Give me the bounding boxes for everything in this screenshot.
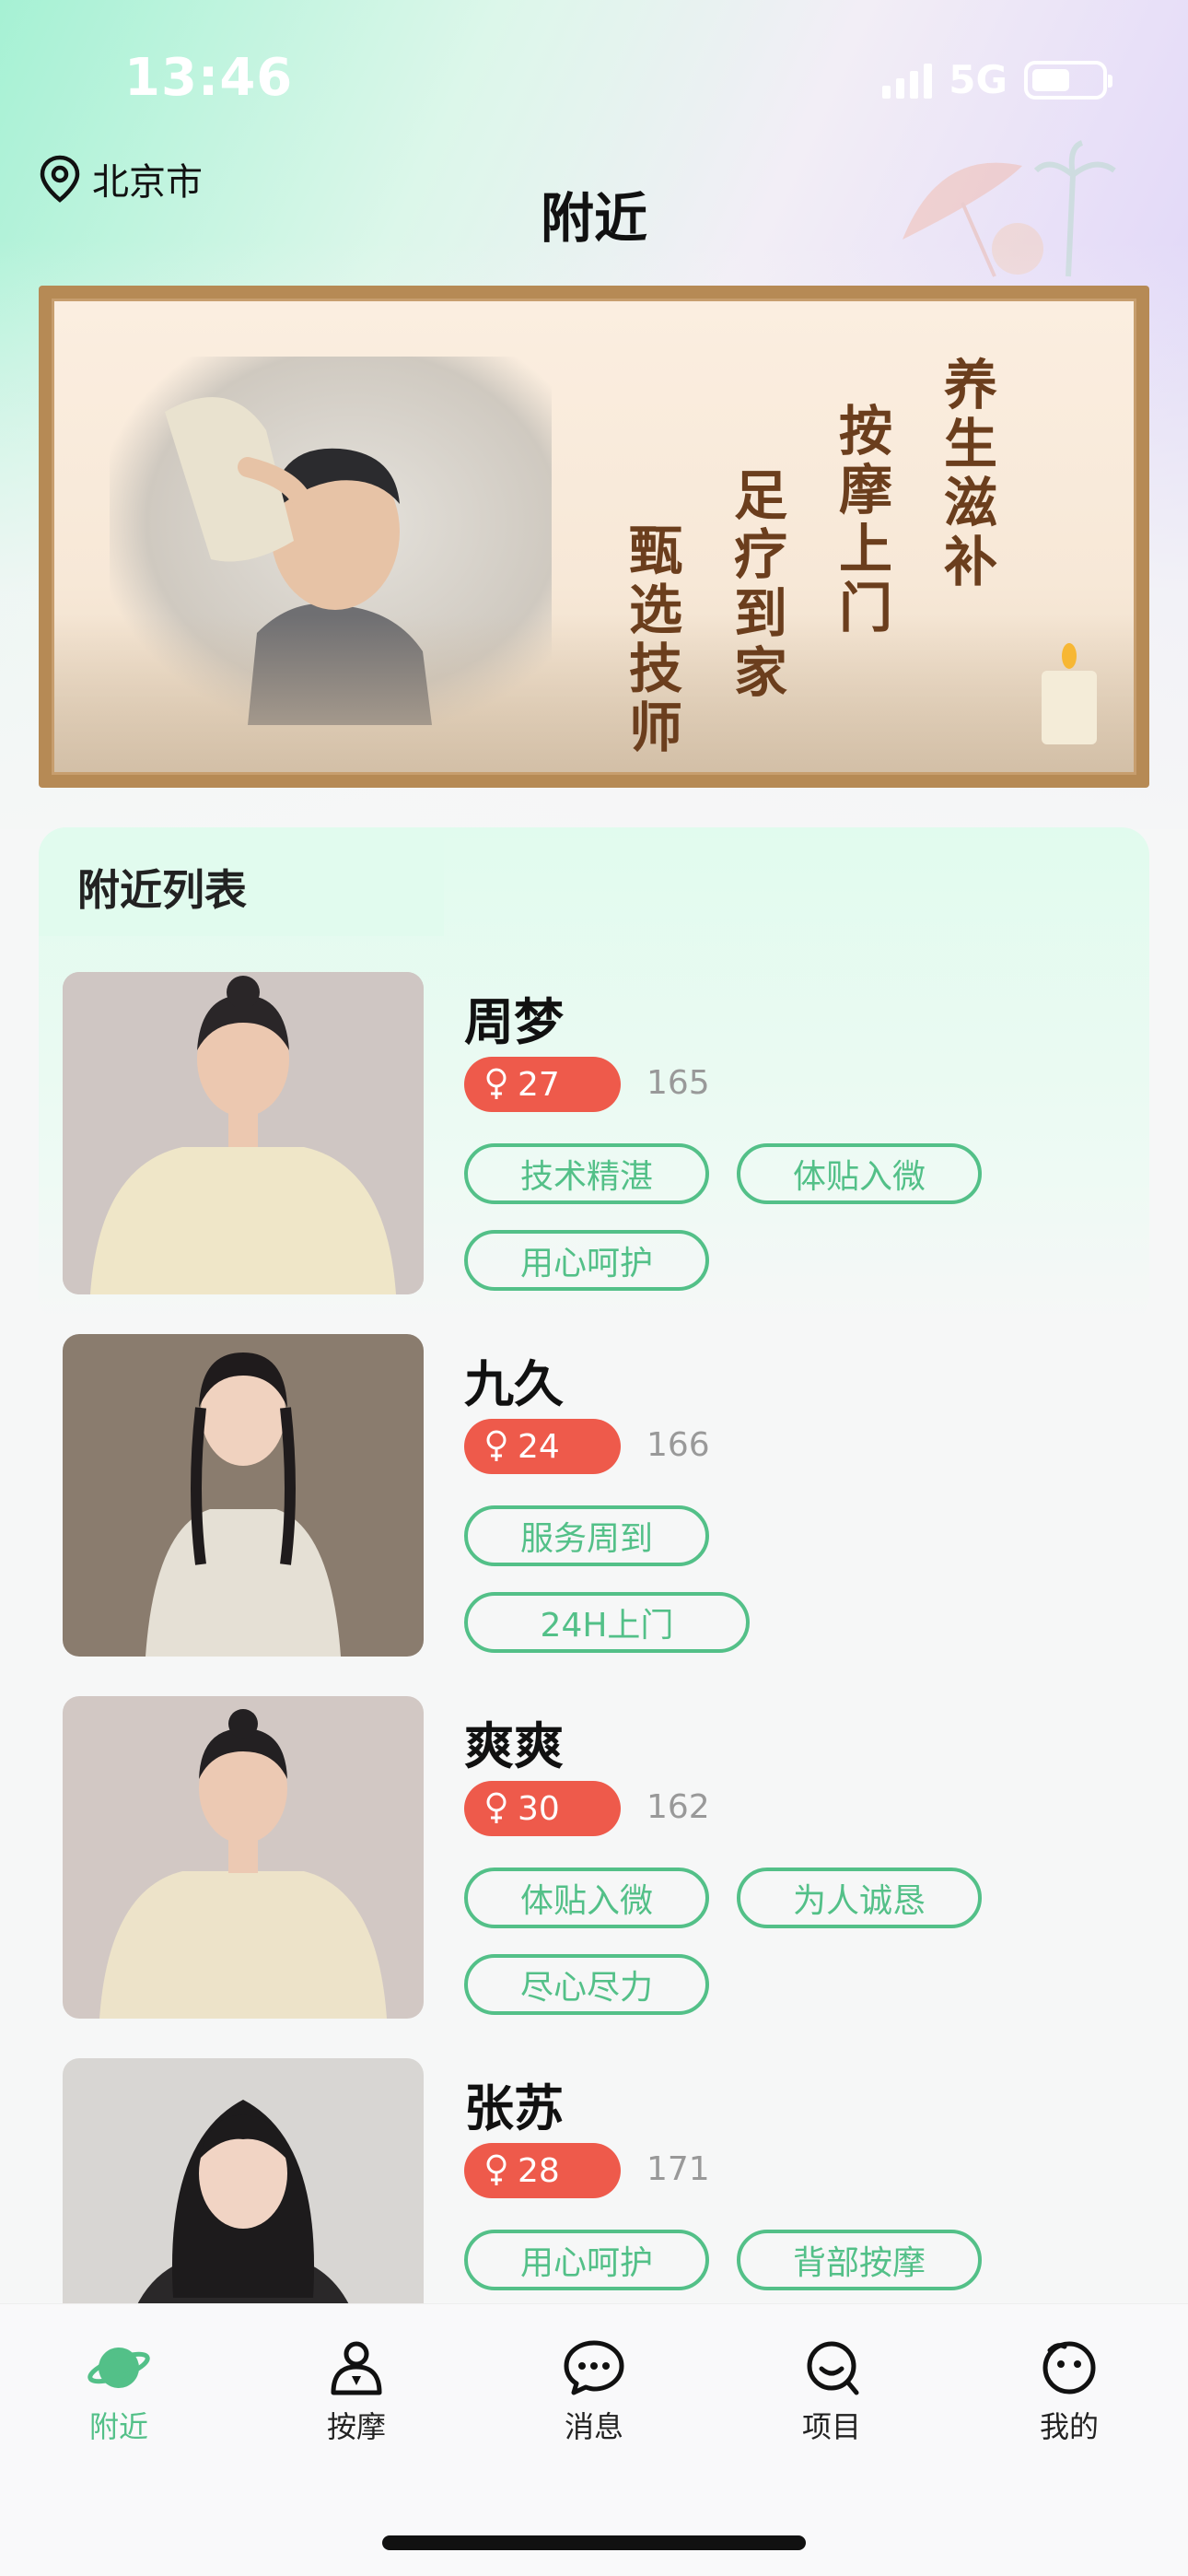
banner-frame: 养生滋补 按摩上门 足疗到家 甄选技师 xyxy=(52,299,1136,775)
skill-tag: 服务周到 xyxy=(464,1505,709,1566)
skill-tag: 24H上门 xyxy=(464,1592,750,1653)
banner-line: 养生滋补 xyxy=(935,357,997,592)
therapist-photo[interactable] xyxy=(63,1696,424,2019)
promo-banner[interactable]: 养生滋补 按摩上门 足疗到家 甄选技师 xyxy=(39,286,1149,788)
status-time: 13:46 xyxy=(124,48,294,108)
tab-nearby[interactable]: 附近 xyxy=(27,2339,211,2446)
banner-line: 甄选技师 xyxy=(620,522,682,758)
page-title: 附近 xyxy=(540,187,647,250)
tab-label: 消息 xyxy=(564,2409,623,2444)
skill-tag: 用心呵护 xyxy=(464,1230,709,1291)
planet-icon xyxy=(87,2348,150,2388)
tab-profile[interactable]: 我的 xyxy=(977,2339,1161,2446)
therapist-photo[interactable] xyxy=(63,1334,424,1657)
tag-list: 服务周到 24H上门 xyxy=(464,1505,1054,1653)
therapist-name: 九久 xyxy=(464,1355,564,1413)
therapist-name: 周梦 xyxy=(464,993,564,1051)
face-icon xyxy=(1042,2341,1096,2395)
tab-label: 按摩 xyxy=(326,2409,386,2444)
tag-list: 用心呵护 背部按摩 xyxy=(464,2230,1054,2290)
age-badge: 24 xyxy=(464,1419,621,1474)
list-item[interactable]: 爽爽 30 162 体贴入微 为人诚恳 尽心尽力 xyxy=(63,1696,1149,2019)
status-icons: 5G xyxy=(882,57,1112,102)
therapist-height: 165 xyxy=(646,1064,710,1102)
skill-tag: 用心呵护 xyxy=(464,2230,709,2290)
tab-label: 项目 xyxy=(801,2409,861,2444)
signal-icon xyxy=(882,62,933,99)
home-indicator xyxy=(382,2535,806,2550)
chat-bubble-icon xyxy=(564,2340,624,2395)
skill-tag: 体贴入微 xyxy=(737,1143,982,1204)
skill-tag: 尽心尽力 xyxy=(464,1954,709,2015)
therapist-age: 24 xyxy=(518,1427,560,1466)
therapist-name: 爽爽 xyxy=(464,1717,564,1775)
therapist-height: 162 xyxy=(646,1788,710,1826)
smile-search-icon xyxy=(807,2341,859,2395)
skill-tag: 背部按摩 xyxy=(737,2230,982,2290)
candle-decoration xyxy=(1042,643,1097,744)
tab-label: 我的 xyxy=(1039,2409,1099,2444)
list-item[interactable]: 周梦 27 165 技术精湛 体贴入微 用心呵护 xyxy=(63,972,1149,1294)
female-icon xyxy=(486,2154,507,2185)
tab-messages[interactable]: 消息 xyxy=(502,2339,686,2446)
age-badge: 28 xyxy=(464,2143,621,2198)
female-icon xyxy=(486,1430,507,1461)
banner-slogan: 养生滋补 按摩上门 足疗到家 甄选技师 xyxy=(612,357,1005,758)
banner-line: 足疗到家 xyxy=(725,467,787,703)
therapist-height: 166 xyxy=(646,1426,710,1464)
skill-tag: 为人诚恳 xyxy=(737,1868,982,1928)
skill-tag: 技术精湛 xyxy=(464,1143,709,1204)
skill-tag: 体贴入微 xyxy=(464,1868,709,1928)
tag-list: 体贴入微 为人诚恳 尽心尽力 xyxy=(464,1868,1054,2015)
list-item[interactable]: 九久 24 166 服务周到 24H上门 xyxy=(63,1334,1149,1657)
female-icon xyxy=(486,1792,507,1823)
therapist-age: 27 xyxy=(518,1065,560,1104)
therapist-photo[interactable] xyxy=(63,972,424,1294)
tab-label: 附近 xyxy=(88,2409,148,2444)
tag-list: 技术精湛 体贴入微 用心呵护 xyxy=(464,1143,1054,1291)
person-icon xyxy=(331,2341,382,2395)
battery-icon xyxy=(1024,60,1112,100)
network-type: 5G xyxy=(949,57,1007,102)
therapist-age: 30 xyxy=(518,1789,560,1828)
list-title: 附近列表 xyxy=(77,865,247,915)
female-icon xyxy=(486,1068,507,1099)
tab-projects[interactable]: 项目 xyxy=(740,2339,924,2446)
therapist-age: 28 xyxy=(518,2151,560,2190)
banner-line: 按摩上门 xyxy=(830,403,892,638)
tab-massage[interactable]: 按摩 xyxy=(264,2339,448,2446)
therapist-name: 张苏 xyxy=(464,2079,564,2137)
age-badge: 27 xyxy=(464,1057,621,1112)
therapist-height: 171 xyxy=(646,2150,710,2188)
age-badge: 30 xyxy=(464,1781,621,1836)
